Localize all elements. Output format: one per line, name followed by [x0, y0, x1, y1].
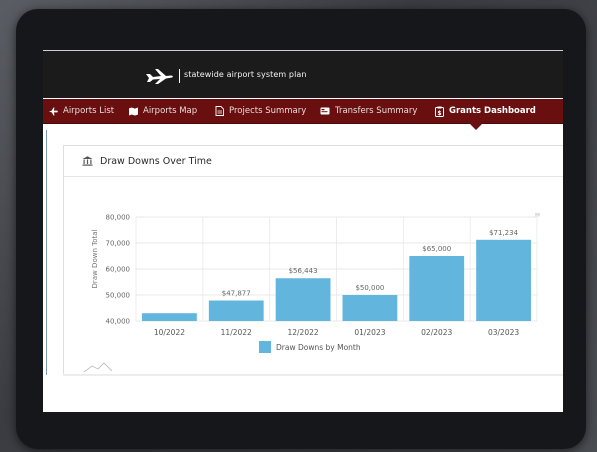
chart-bar [409, 256, 465, 321]
draw-downs-chart: 40,000 50,000 60,000 70,000 80,000 10/2022 $47… [83, 210, 541, 373]
nav-label: Projects Summary [229, 106, 307, 116]
map-icon [129, 106, 138, 116]
nav-grants-dashboard[interactable]: $ Grants Dashboard [435, 99, 536, 123]
plane-logo-icon [146, 69, 173, 84]
nav-label: Airports Map [143, 106, 198, 116]
export-menu-icon[interactable]: ≡ [534, 210, 541, 219]
clipboard-dollar-icon: $ [435, 106, 444, 117]
nav-label: Transfers Summary [335, 106, 418, 116]
x-tick-label: 01/2023 [354, 328, 385, 337]
document-icon [215, 106, 224, 116]
nav-airports-map[interactable]: Airports Map [129, 99, 197, 123]
active-tab-indicator [469, 123, 483, 130]
legend-label: Draw Downs by Month [276, 343, 361, 352]
chart-bar [342, 295, 398, 321]
bank-icon [82, 156, 93, 166]
y-tick-label: 50,000 [106, 292, 131, 300]
card-shadow [63, 374, 563, 376]
x-tick-label: 12/2022 [287, 328, 318, 337]
app-logo-text: statewide airport system plan [184, 70, 307, 79]
left-border-line [46, 130, 47, 375]
y-axis-label: Draw Down Total [91, 229, 99, 288]
nav-transfers-summary[interactable]: Transfers Summary [320, 99, 417, 123]
x-tick-label: 11/2022 [221, 328, 252, 337]
y-tick-label: 40,000 [106, 318, 131, 326]
y-tick-label: 60,000 [106, 266, 131, 274]
data-label: $56,443 [289, 267, 318, 275]
card-icon [320, 107, 330, 115]
main-nav: Airports List Airports Map Projects Summ… [43, 99, 563, 124]
nav-label: Grants Dashboard [449, 106, 536, 116]
data-label: $50,000 [355, 284, 384, 292]
nav-label: Airports List [63, 106, 115, 116]
app-screen: statewide airport system plan Airports L… [43, 50, 563, 412]
card-title: Draw Downs Over Time [100, 156, 212, 167]
x-tick-label: 03/2023 [488, 328, 519, 337]
chart-watermark-icon [83, 362, 113, 373]
chart-bar [142, 313, 197, 321]
draw-downs-card: Draw Downs Over Time 40,000 50,000 60,000 7… [63, 145, 563, 375]
data-label: $47,877 [222, 290, 251, 298]
nav-airports-list[interactable]: Airports List [49, 99, 114, 123]
top-bar: statewide airport system plan [43, 50, 563, 98]
plane-icon [49, 106, 58, 116]
x-tick-label: 02/2023 [421, 328, 452, 337]
chart-bar [476, 239, 531, 321]
x-tick-label: 10/2022 [154, 328, 185, 337]
chart-bar [208, 300, 264, 321]
card-header: Draw Downs Over Time [64, 146, 563, 177]
nav-projects-summary[interactable]: Projects Summary [215, 99, 306, 123]
legend[interactable]: Draw Downs by Month [259, 341, 361, 353]
data-label: $71,234 [489, 229, 518, 237]
svg-text:$: $ [437, 109, 441, 116]
chart-bar [275, 278, 331, 321]
y-tick-label: 70,000 [106, 240, 131, 248]
data-label: $65,000 [422, 245, 451, 253]
y-tick-label: 80,000 [106, 214, 131, 222]
legend-swatch [259, 341, 271, 353]
logo-divider [179, 69, 180, 83]
